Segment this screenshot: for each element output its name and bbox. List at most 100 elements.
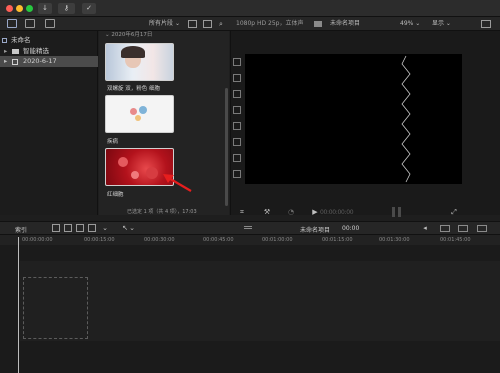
title-bar: ↓ ⚷ ✓ [0,0,500,17]
format-info: 1080p HD 25p，立体声 [236,20,304,27]
view-dropdown[interactable]: 显示 ⌄ [432,19,451,29]
ruler-tick-label: 00:00:15:00 [84,237,115,243]
audio-meter-right [398,207,401,217]
timeline-duration: 00:00 [342,225,360,232]
primary-storyline[interactable] [20,261,500,341]
ruler-tick-label: 00:01:00:00 [262,237,293,243]
cell-image [139,106,147,114]
ruler-tick-label: 00:00:00:00 [22,237,53,243]
fullscreen-icon[interactable]: ⤢ [449,207,459,217]
empty-clip-dropzone[interactable] [23,277,88,339]
folder-icon [12,49,19,54]
clip-label: 红细胞 [107,192,124,198]
filmstrip-frame [233,122,241,130]
library-sidebar: 未命名 ▸ 智能精选 ▸ 2020-6-17 [0,31,98,215]
clip-thumbnail[interactable] [105,43,174,81]
timecode-display: 00:00:00:00 [320,209,354,216]
close-window-button[interactable] [6,5,13,12]
audio-meter-left [392,207,395,217]
check-circle-icon: ✓ [86,4,92,12]
timeline-ruler[interactable] [0,235,500,245]
play-icon[interactable]: ▶ [311,207,319,217]
filmstrip-frame [233,106,241,114]
back-arrow-icon[interactable]: ◂ [420,223,430,233]
video-canvas[interactable] [245,54,462,184]
overwrite-clip-icon[interactable] [88,224,96,232]
viewer-toggle-icon[interactable] [481,20,491,28]
chevron-down-icon[interactable]: ⌄ [100,223,110,233]
import-button[interactable]: ↓ [38,3,52,14]
selection-status: 已选定 1 项（共 4 项），17:03 [127,209,197,215]
zoom-window-button[interactable] [26,5,33,12]
titles-generators-icon[interactable] [45,19,55,28]
date-header[interactable]: ⌄ 2020年6月17日 [105,30,152,38]
libraries-icon[interactable] [7,19,17,28]
library-root-label: 未命名 [11,36,31,44]
clip-appearance-icon[interactable] [188,20,197,28]
clip-thumbnail[interactable] [105,95,174,133]
library-item-event[interactable]: ▸ 2020-6-17 [0,56,98,67]
clip-label: 疾病 [107,139,119,145]
transitions-icon[interactable] [477,225,487,232]
append-clip-icon[interactable] [76,224,84,232]
project-clapper-icon [314,21,322,27]
minimize-window-button[interactable] [16,5,23,12]
chevron-down-icon[interactable]: ⌄ [128,223,136,233]
disclosure-triangle-icon: ▸ [4,57,8,65]
red-cell-image [131,171,139,179]
filmstrip-frame [233,138,241,146]
cell-image [135,115,141,121]
cell-image [130,108,137,115]
photos-audio-icon[interactable] [25,19,35,28]
drag-handle-icon[interactable] [244,226,252,229]
viewer-project-name: 未命名项目 [330,20,361,27]
zigzag-edge-icon [401,55,411,183]
timeline-toolbar: 索引 ⌄ ↖ ⌄ 未命名项目 00:00 ◂ [0,221,500,235]
filmstrip-frame [233,58,241,66]
ruler-tick-label: 00:01:45:00 [440,237,471,243]
background-tasks-button[interactable]: ✓ [82,3,96,14]
filmstrip-icon[interactable] [203,20,212,28]
filmstrip-frame [233,154,241,162]
insert-clip-icon[interactable] [64,224,72,232]
timeline-project-name: 未命名项目 [300,227,331,234]
clip-label: 双螺旋 双，粉色 细胞 [107,86,160,92]
event-star-icon [12,59,18,65]
ruler-tick-label: 00:00:45:00 [203,237,234,243]
red-cell-image [118,157,128,167]
effects-icon[interactable] [458,225,468,232]
enhance-wand-icon[interactable]: ⚒ [260,207,274,217]
library-icon [2,38,7,43]
browser-scrollbar[interactable] [225,88,228,206]
zoom-dropdown[interactable]: 49% ⌄ [400,19,420,29]
view-label: 显示 [432,20,445,27]
ruler-tick-label: 00:01:30:00 [379,237,410,243]
browser-viewer-toolbar: 所有片段 ⌄ ⌕ 1080p HD 25p，立体声 未命名项目 49% ⌄ 显示… [0,17,500,31]
date-header-label: 2020年6月17日 [111,32,153,38]
clip-appearance-icon[interactable] [440,225,450,232]
library-root[interactable]: 未命名 [0,35,98,46]
clip-browser: ⌄ 2020年6月17日 双螺旋 双，粉色 细胞 疾病 红细胞 已选定 1 项（… [99,31,229,215]
keyword-button[interactable]: ⚷ [58,3,75,14]
key-icon: ⚷ [63,4,70,12]
download-arrow-icon: ↓ [42,4,48,12]
annotation-arrow-icon [163,174,192,192]
clip-filter-dropdown[interactable]: 所有片段 ⌄ [149,19,180,29]
ruler-tick-label: 00:00:30:00 [144,237,175,243]
search-icon[interactable]: ⌕ [216,19,226,29]
playhead[interactable] [18,237,19,373]
filmstrip-frame [233,74,241,82]
connect-clip-icon[interactable] [52,224,60,232]
speed-icon[interactable]: ◔ [285,207,297,217]
filmstrip-frame [233,170,241,178]
index-button[interactable]: 索引 [15,225,27,234]
clip-filter-label: 所有片段 [149,20,174,27]
chevron-down-icon: ⌄ [174,20,180,27]
library-item-label: 2020-6-17 [23,57,57,65]
hair-shape [121,46,145,58]
ruler-tick-label: 00:01:15:00 [322,237,353,243]
zoom-level: 49% [400,20,414,27]
red-cell-image [146,167,158,179]
filmstrip-frame [233,90,241,98]
transform-icon[interactable]: ⌗ [236,207,248,217]
